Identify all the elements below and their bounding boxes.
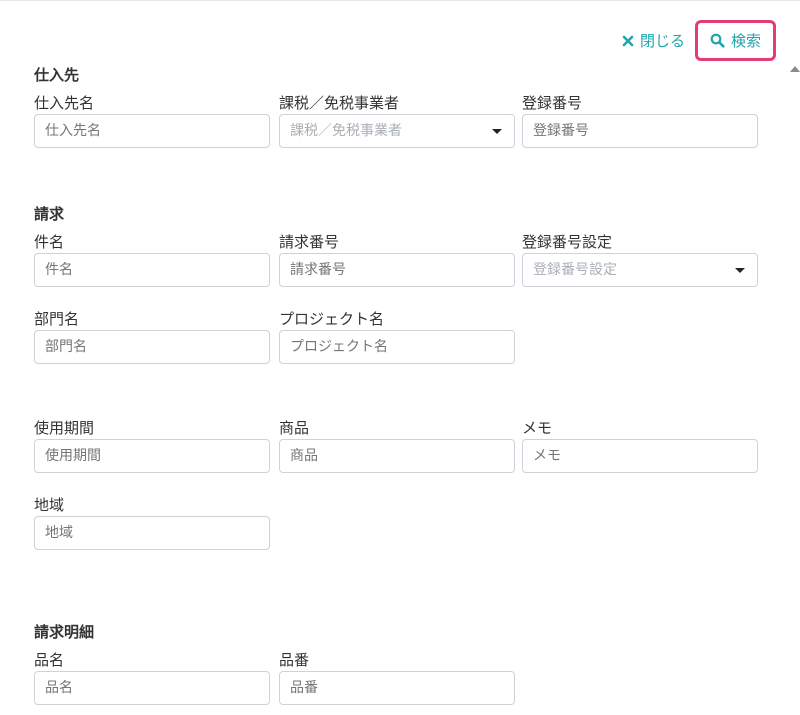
scroll-up-arrow-icon[interactable]	[790, 66, 800, 72]
department-input[interactable]	[34, 330, 270, 364]
tax-status-select[interactable]: 課税／免税事業者	[279, 114, 515, 148]
section-title-invoice: 請求	[34, 205, 65, 223]
search-label: 検索	[730, 32, 761, 50]
product-label: 商品	[279, 419, 310, 437]
top-border	[0, 0, 800, 1]
search-icon	[710, 33, 725, 48]
memo-input[interactable]	[522, 439, 758, 473]
usage-period-input[interactable]	[34, 439, 270, 473]
close-label: 閉じる	[639, 32, 685, 50]
item-no-input[interactable]	[279, 671, 515, 705]
chevron-down-icon	[735, 268, 745, 273]
item-no-label: 品番	[279, 651, 310, 669]
reg-setting-label: 登録番号設定	[522, 233, 613, 251]
close-button[interactable]: 閉じる	[622, 30, 685, 51]
invoice-no-label: 請求番号	[279, 233, 340, 251]
search-button[interactable]: 検索	[694, 20, 776, 61]
supplier-name-label: 仕入先名	[34, 94, 95, 112]
reg-setting-select[interactable]: 登録番号設定	[522, 253, 758, 287]
tax-status-label: 課税／免税事業者	[279, 94, 400, 112]
tax-status-select-value: 課税／免税事業者	[290, 123, 402, 139]
project-input[interactable]	[279, 330, 515, 364]
section-title-invoice-details: 請求明細	[34, 623, 95, 641]
subject-input[interactable]	[34, 253, 270, 287]
invoice-no-input[interactable]	[279, 253, 515, 287]
product-input[interactable]	[279, 439, 515, 473]
item-name-input[interactable]	[34, 671, 270, 705]
reg-setting-select-value: 登録番号設定	[533, 262, 617, 278]
department-label: 部門名	[34, 310, 80, 328]
region-input[interactable]	[34, 516, 270, 550]
project-label: プロジェクト名	[279, 310, 385, 328]
section-title-supplier: 仕入先	[34, 66, 80, 84]
memo-label: メモ	[522, 419, 553, 437]
registration-no-input[interactable]	[522, 114, 758, 148]
toolbar: 閉じる 検索	[622, 20, 776, 61]
close-icon	[622, 35, 634, 47]
supplier-name-input[interactable]	[34, 114, 270, 148]
chevron-down-icon	[492, 129, 502, 134]
item-name-label: 品名	[34, 651, 65, 669]
subject-label: 件名	[34, 233, 65, 251]
usage-period-label: 使用期間	[34, 419, 95, 437]
registration-no-label: 登録番号	[522, 94, 583, 112]
region-label: 地域	[34, 496, 65, 514]
